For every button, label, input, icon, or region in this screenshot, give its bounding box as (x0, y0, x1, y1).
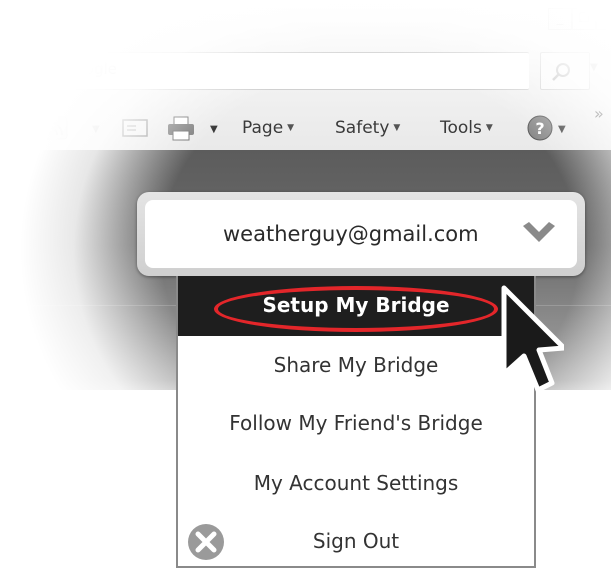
chevron-down-icon[interactable] (521, 220, 557, 248)
minimize-button[interactable]: _ (548, 8, 572, 30)
safety-menu-label: Safety (335, 118, 390, 138)
highlight-ring (214, 286, 498, 332)
menu-item-label: Share My Bridge (273, 353, 439, 377)
menu-item-label: Follow My Friend's Bridge (229, 411, 483, 435)
account-email: weatherguy@gmail.com (223, 222, 479, 246)
search-icon (552, 63, 570, 81)
feeds-dropdown-arrow[interactable]: ▼ (92, 124, 100, 135)
print-dropdown-arrow[interactable]: ▼ (210, 124, 218, 135)
google-icon (36, 58, 58, 80)
browser-chrome: _ ☐ × Google ▼ ▼ ▼ ▼ Page ▼ Safety ▼ Too… (0, 0, 611, 170)
tools-menu-label: Tools (440, 118, 482, 138)
tools-menu[interactable]: Tools ▼ (440, 118, 493, 138)
search-button[interactable] (540, 52, 590, 90)
command-bar: ▼ ▼ ▼ Page ▼ Safety ▼ Tools ▼ ? ▼ (0, 108, 611, 148)
close-circle-icon (188, 524, 224, 560)
close-window-button[interactable]: × (596, 8, 611, 30)
menu-item-account-settings[interactable]: My Account Settings (178, 454, 534, 512)
search-dropdown-arrow[interactable]: ▼ (590, 62, 598, 73)
safety-menu[interactable]: Safety ▼ (335, 118, 400, 138)
help-dropdown-arrow[interactable]: ▼ (558, 124, 566, 135)
page-menu[interactable]: Page ▼ (242, 118, 294, 138)
menu-item-sign-out[interactable]: Sign Out (178, 512, 534, 570)
maximize-button[interactable]: ☐ (572, 8, 596, 30)
rss-icon[interactable] (44, 116, 68, 144)
search-input-text: Google (64, 60, 117, 78)
menu-item-setup-my-bridge[interactable]: Setup My Bridge (178, 276, 534, 336)
svg-text:?: ? (535, 119, 544, 138)
page-menu-label: Page (242, 118, 284, 138)
account-dropdown-inner: weatherguy@gmail.com (145, 200, 577, 268)
menu-item-share-my-bridge[interactable]: Share My Bridge (178, 336, 534, 394)
account-dropdown[interactable]: weatherguy@gmail.com (137, 192, 585, 276)
menu-item-label: My Account Settings (253, 471, 459, 495)
toolbar-overflow-button[interactable]: » (594, 104, 604, 123)
menu-item-follow-friends-bridge[interactable]: Follow My Friend's Bridge (178, 394, 534, 452)
help-icon[interactable]: ? (526, 114, 554, 146)
mail-icon[interactable] (122, 118, 148, 142)
home-dropdown-arrow[interactable]: ▼ (28, 124, 36, 135)
printer-icon[interactable] (166, 116, 196, 146)
menu-item-label: Sign Out (312, 529, 400, 553)
cursor-arrow-icon (501, 285, 564, 393)
account-menu: Setup My Bridge Share My Bridge Follow M… (176, 276, 536, 568)
